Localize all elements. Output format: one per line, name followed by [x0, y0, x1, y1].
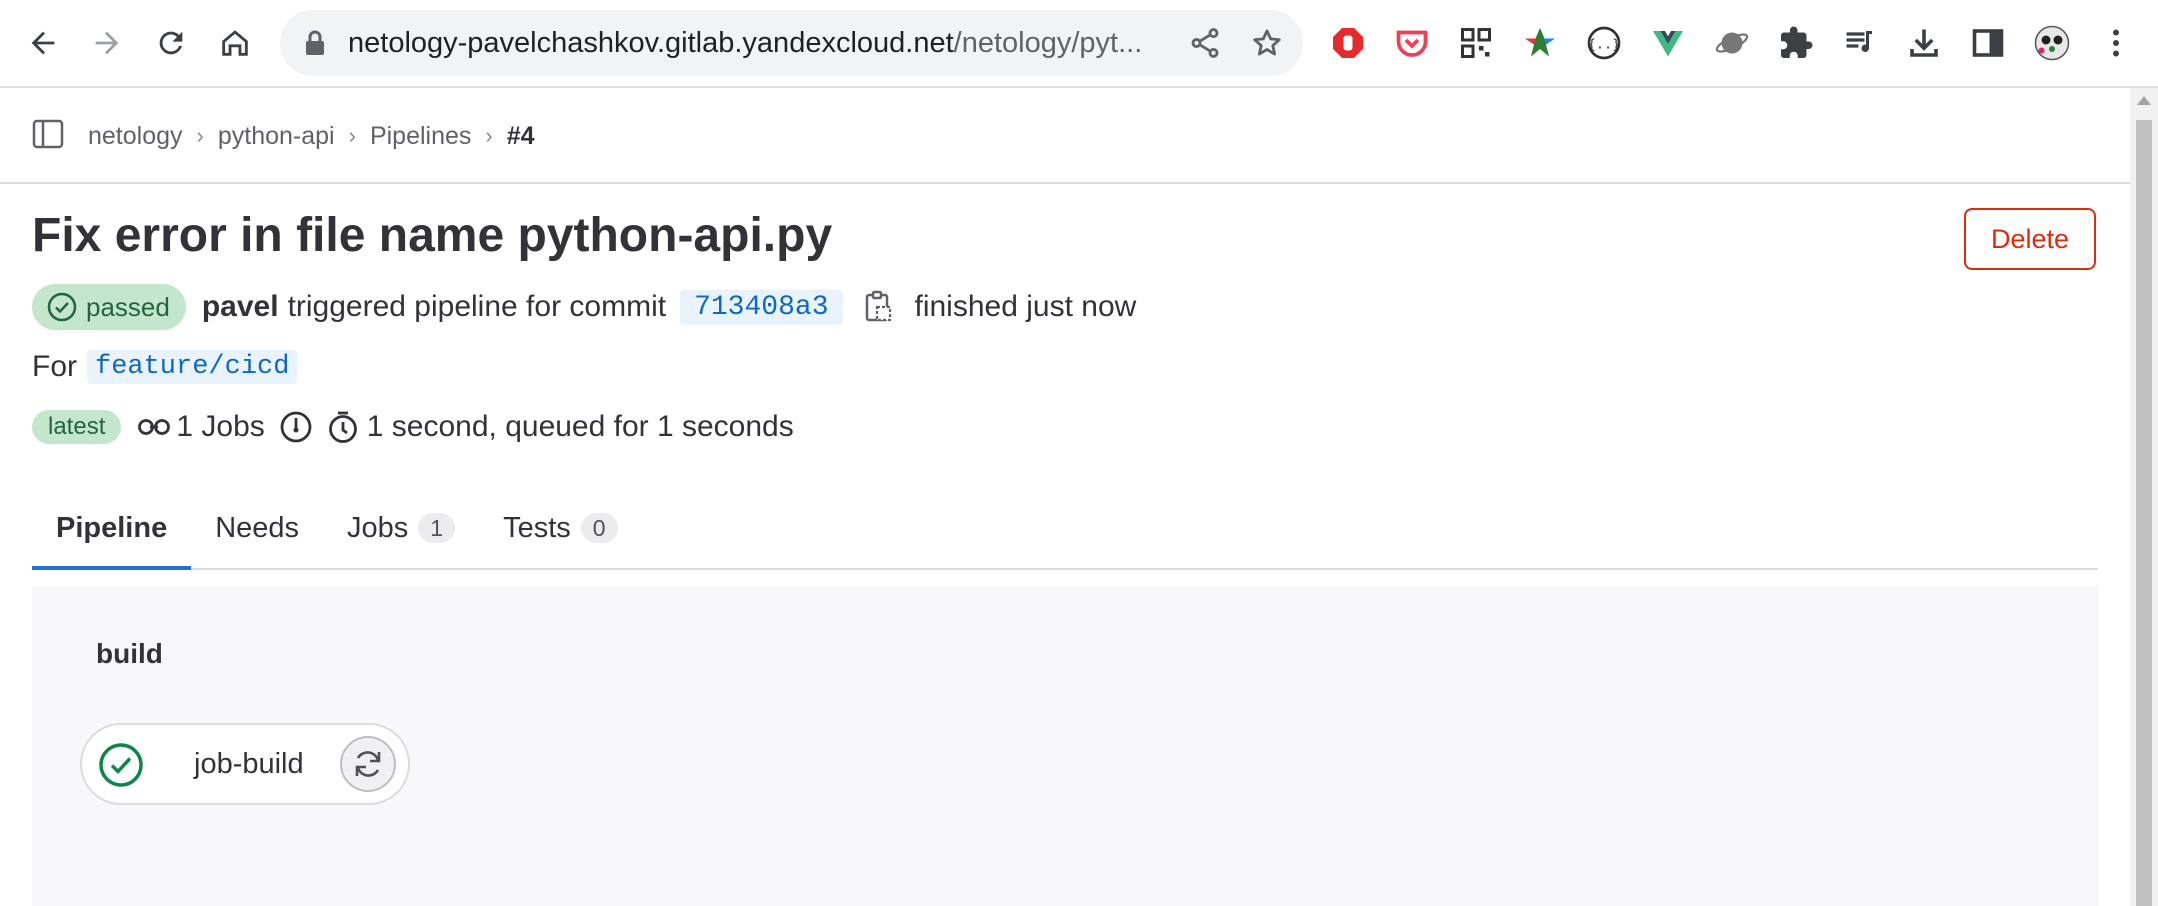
pipeline-tabs: Pipeline Needs Jobs 1 Tests 0	[32, 488, 2098, 570]
tab-pipeline[interactable]: Pipeline	[32, 488, 192, 570]
for-label: For	[32, 350, 77, 383]
retry-icon	[355, 751, 381, 777]
pipeline-trigger-row: passed pavel triggered pipeline for comm…	[32, 284, 1136, 330]
home-icon	[222, 30, 248, 56]
scrollbar-thumb[interactable]	[2136, 120, 2152, 906]
extensions-puzzle-icon[interactable]	[1776, 23, 1816, 63]
breadcrumb-bar: netology › python-api › Pipelines › #4	[0, 88, 2130, 184]
pipeline-graph: build job-build	[32, 586, 2098, 906]
tab-jobs[interactable]: Jobs 1	[323, 488, 479, 568]
lock-icon	[306, 30, 324, 55]
tab-label: Pipeline	[56, 511, 168, 544]
delete-button[interactable]: Delete	[1964, 208, 2096, 270]
sidebar-toggle-icon[interactable]	[32, 118, 64, 150]
retry-job-button[interactable]	[340, 736, 396, 792]
breadcrumb-pipeline-id[interactable]: #4	[507, 121, 535, 151]
arrow-left-icon	[31, 31, 55, 55]
browser-menu-icon[interactable]	[2096, 23, 2136, 63]
address-bar[interactable]: netology-pavelchashkov.gitlab.yandexclou…	[280, 10, 1303, 76]
copy-clipboard-icon[interactable]	[863, 290, 893, 324]
breadcrumb-python-api[interactable]: python-api	[218, 121, 335, 151]
tab-label: Jobs	[347, 511, 409, 544]
status-label: passed	[86, 291, 170, 322]
back-button[interactable]	[16, 16, 70, 70]
tab-count-badge: 0	[580, 513, 618, 543]
share-icon[interactable]	[1188, 26, 1222, 60]
tab-label: Needs	[215, 511, 300, 544]
tab-label: Tests	[503, 511, 571, 544]
status-badge[interactable]: passed	[32, 284, 186, 330]
chevron-right-icon: ›	[196, 123, 204, 148]
tab-tests[interactable]: Tests 0	[479, 488, 641, 568]
user-link[interactable]: pavel	[202, 290, 279, 324]
url-host: netology-pavelchashkov.gitlab.yandexclou…	[348, 27, 954, 59]
browser-toolbar: netology-pavelchashkov.gitlab.yandexclou…	[0, 0, 2158, 88]
page-scrollbar[interactable]	[2130, 88, 2158, 906]
svg-text:{..}: {..}	[1588, 36, 1621, 52]
color-star-icon[interactable]	[1520, 23, 1560, 63]
profile-avatar[interactable]	[2032, 23, 2072, 63]
stage-title: build	[96, 638, 163, 669]
job-name: job-build	[194, 748, 304, 780]
finished-text: finished just now	[914, 290, 1137, 323]
pipeline-jobs-icon	[138, 419, 171, 435]
latest-badge: latest	[32, 410, 122, 444]
scroll-up-arrow-icon[interactable]	[2137, 96, 2151, 105]
check-circle-icon	[47, 292, 77, 322]
url-path: /netology/pyt...	[953, 27, 1143, 59]
breadcrumb-netology[interactable]: netology	[88, 121, 183, 151]
tab-needs[interactable]: Needs	[191, 488, 323, 568]
bookmark-star-icon[interactable]	[1250, 26, 1284, 60]
url-text: netology-pavelchashkov.gitlab.yandexclou…	[348, 24, 1148, 62]
qr-code-icon[interactable]	[1456, 23, 1496, 63]
breadcrumb: netology › python-api › Pipelines › #4	[88, 121, 535, 151]
job-item[interactable]: job-build	[80, 723, 410, 805]
page-title: Fix error in file name python-api.py	[32, 209, 833, 262]
home-button[interactable]	[208, 16, 262, 70]
triggered-text: triggered pipeline for commit	[287, 290, 667, 323]
chevron-right-icon: ›	[348, 123, 356, 148]
download-icon[interactable]	[1904, 23, 1944, 63]
jobs-count: 1 Jobs	[176, 410, 265, 443]
tab-count-badge: 1	[418, 513, 456, 543]
timer-icon	[328, 411, 357, 443]
arrow-right-icon	[95, 31, 119, 55]
breadcrumb-pipelines[interactable]: Pipelines	[370, 121, 471, 151]
pocket-icon[interactable]	[1392, 23, 1432, 63]
adblock-icon[interactable]	[1328, 23, 1368, 63]
success-check-icon	[99, 743, 143, 787]
forward-button[interactable]	[80, 16, 134, 70]
chevron-right-icon: ›	[485, 123, 493, 148]
speedometer-icon	[280, 411, 312, 443]
branch-row: For feature/cicd	[32, 350, 298, 384]
side-panel-icon[interactable]	[1968, 23, 2008, 63]
json-viewer-icon[interactable]: {..}	[1584, 23, 1624, 63]
commit-sha-link[interactable]: 713408a3	[680, 289, 843, 325]
pipeline-info-row: latest 1 Jobs 1 second, queued for 1 sec…	[32, 410, 794, 444]
duration-text: 1 second, queued for 1 seconds	[366, 410, 794, 443]
media-queue-icon[interactable]	[1840, 23, 1880, 63]
branch-link[interactable]: feature/cicd	[87, 350, 298, 384]
reload-button[interactable]	[144, 16, 198, 70]
reload-icon	[159, 31, 183, 55]
vue-devtools-icon[interactable]	[1648, 23, 1688, 63]
planet-icon[interactable]	[1712, 23, 1752, 63]
